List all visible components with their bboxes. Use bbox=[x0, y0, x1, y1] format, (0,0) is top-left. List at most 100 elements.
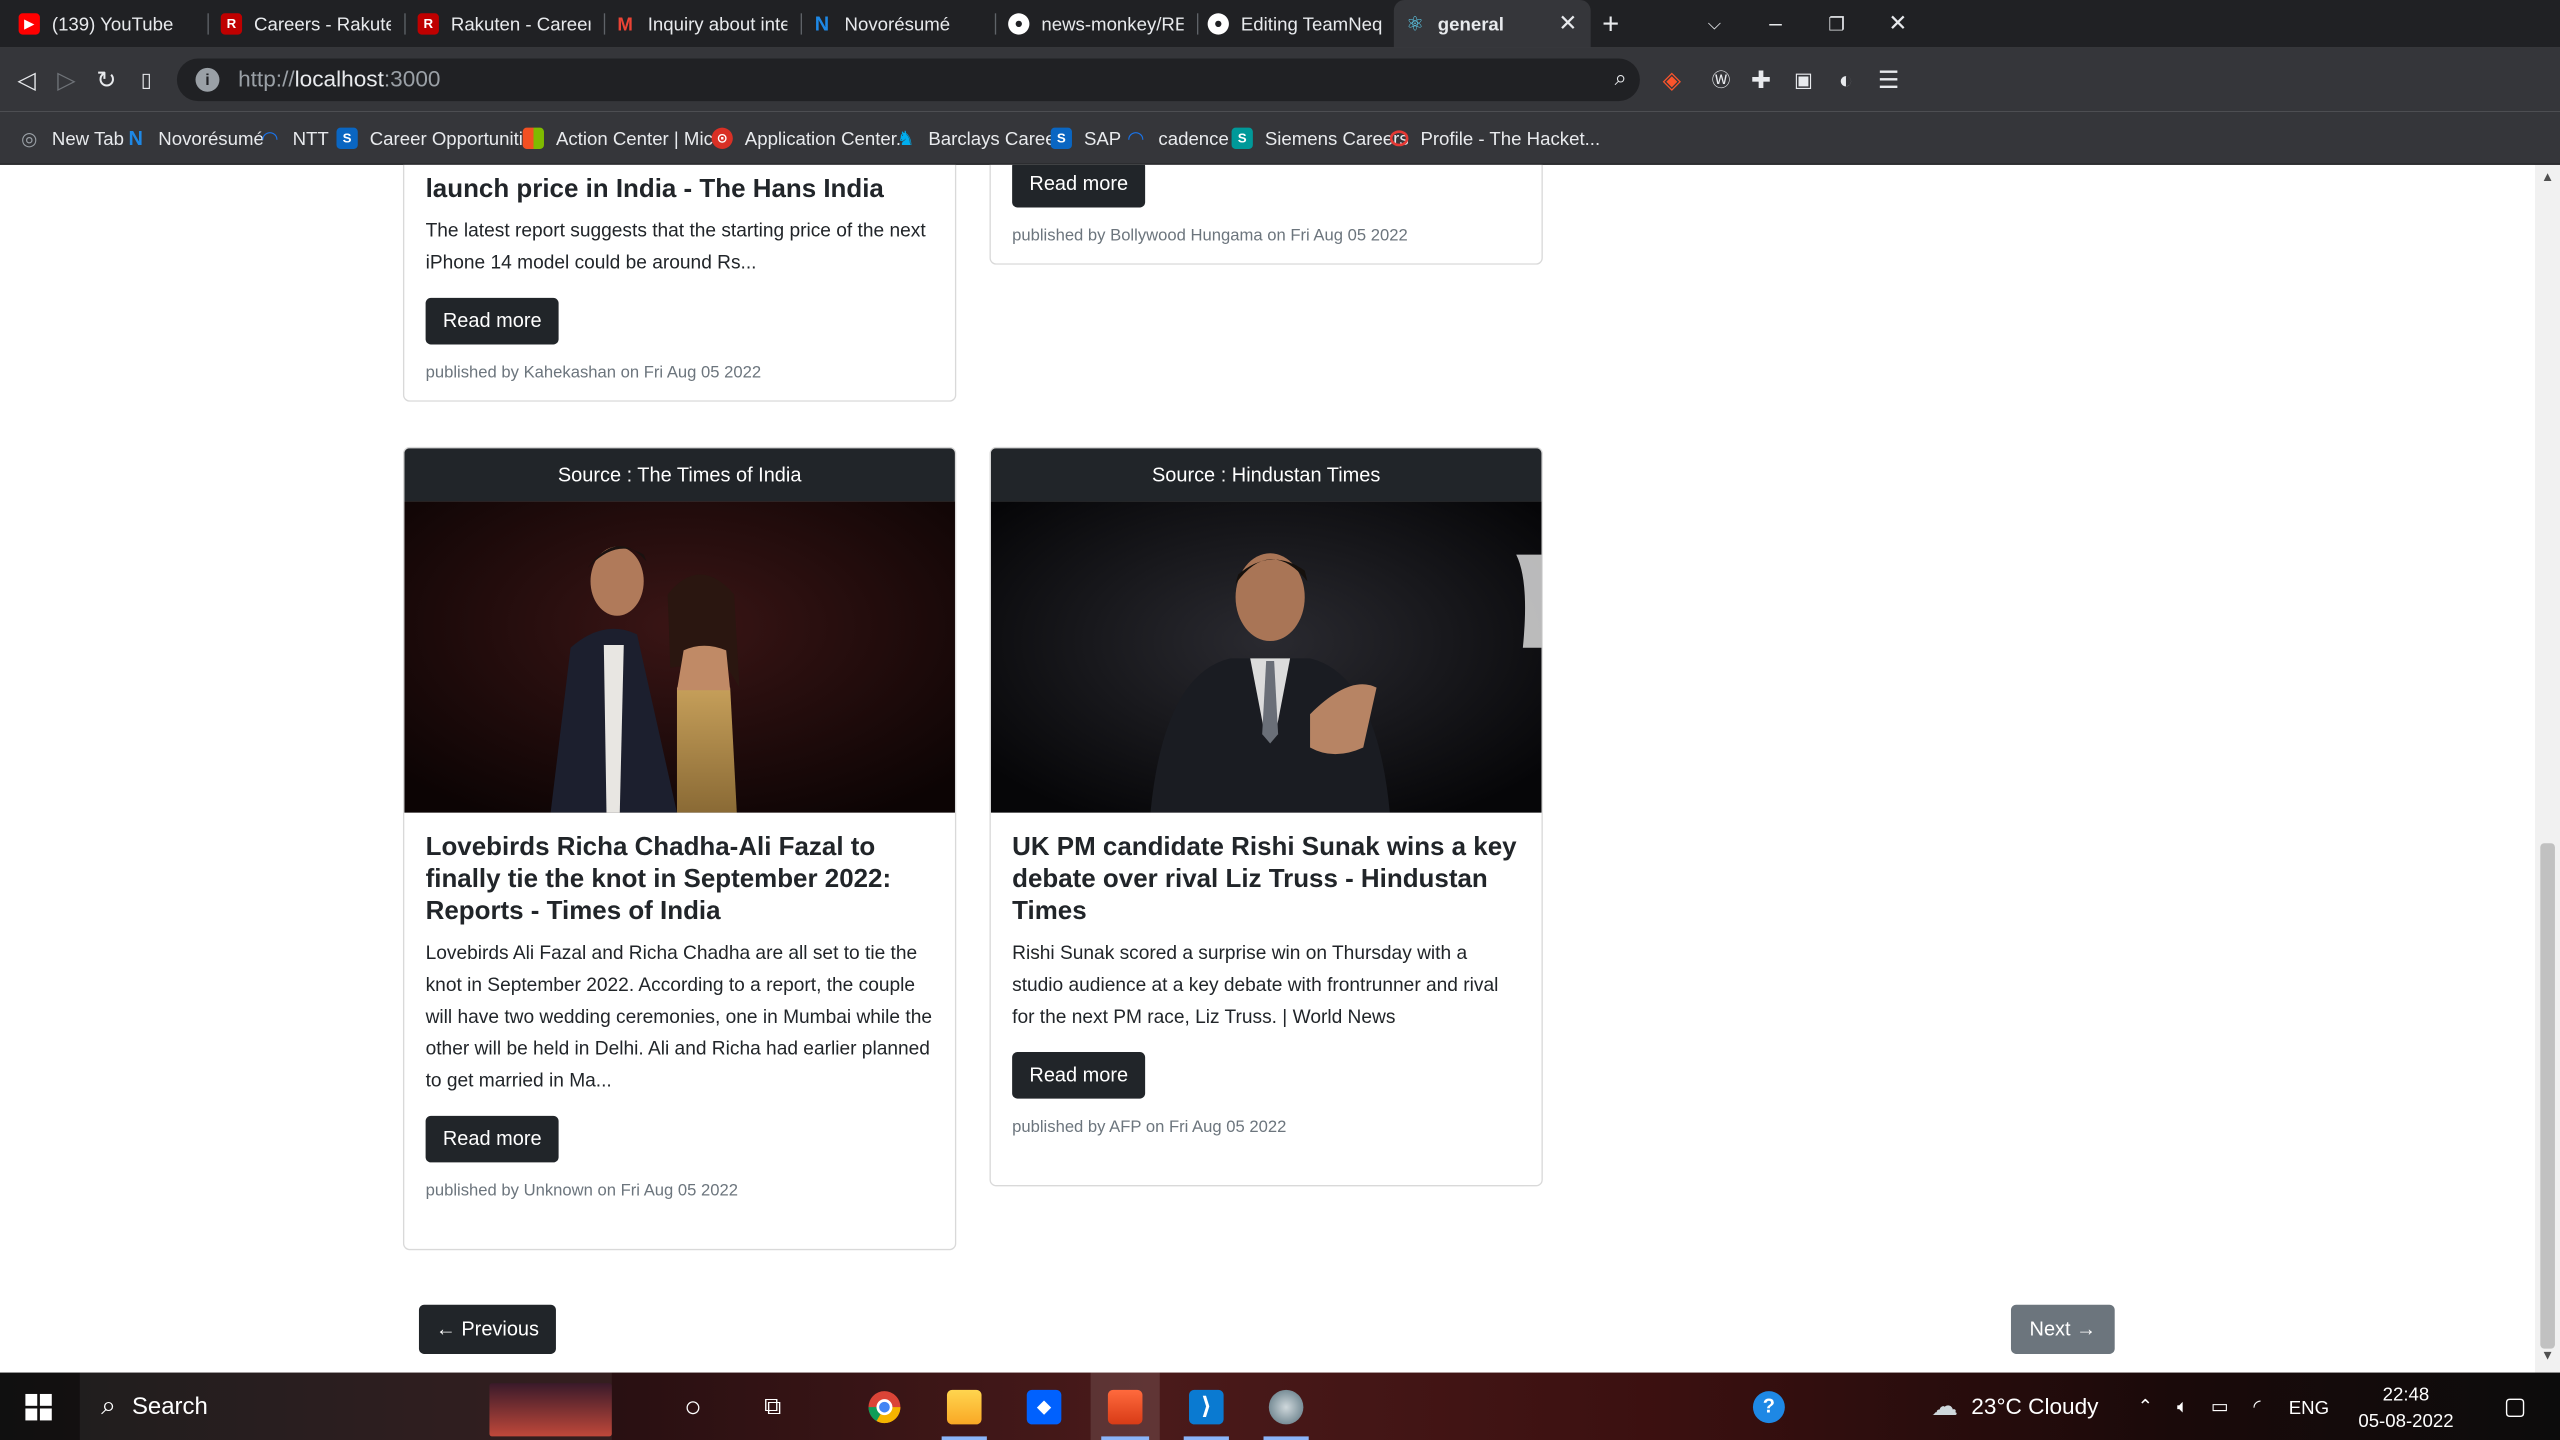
couple-photo bbox=[404, 501, 955, 813]
tab-youtube[interactable]: ▶ (139) YouTube bbox=[8, 0, 205, 48]
brave-shield-icon[interactable]: ◈ bbox=[1656, 64, 1688, 96]
windows-taskbar: ⌕ Search ○ ⧉ ◆ ⟩ ? ☁ 23°C Cloudy ⌃ 🔈︎ ▭ … bbox=[0, 1372, 2560, 1440]
chrome-taskbar-icon[interactable] bbox=[851, 1373, 918, 1440]
tab-github-editing[interactable]: ● Editing TeamNequit/RE bbox=[1197, 0, 1394, 48]
cortana-icon[interactable]: ○ bbox=[660, 1373, 727, 1440]
next-button[interactable]: Next → bbox=[2010, 1304, 2115, 1354]
page-scrollbar[interactable]: ▲ ▼ bbox=[2534, 164, 2560, 1373]
bookmark-career-opportunities[interactable]: S Career Opportuniti... bbox=[336, 125, 538, 152]
tab-search-chevron-icon[interactable]: ⌵ bbox=[1684, 0, 1745, 48]
application-center-icon: ⊙ bbox=[711, 127, 733, 149]
vscode-taskbar-icon[interactable]: ⟩ bbox=[1173, 1373, 1240, 1440]
menu-icon[interactable]: ☰ bbox=[1873, 64, 1905, 96]
site-info-icon[interactable]: i bbox=[195, 67, 220, 92]
news-card-description: The latest report suggests that the star… bbox=[425, 220, 926, 274]
bookmark-siemens[interactable]: S Siemens Careers bbox=[1231, 125, 1409, 152]
language-indicator[interactable]: ENG bbox=[2282, 1373, 2335, 1440]
bookmark-hackerearth[interactable]: Profile - The Hacket... bbox=[1389, 125, 1600, 152]
tab-title: news-monkey/README bbox=[1041, 13, 1183, 35]
novoresume-icon: N bbox=[128, 127, 143, 150]
read-more-button[interactable]: Read more bbox=[1012, 164, 1146, 208]
bookmark-ntt[interactable]: ◠ NTT bbox=[259, 125, 329, 152]
bookmark-application-center[interactable]: ⊙ Application Center... bbox=[711, 125, 911, 152]
url-text: http://localhost:3000 bbox=[238, 66, 441, 92]
bookmark-label: Novorésumé bbox=[158, 127, 264, 149]
address-bar[interactable]: i http://localhost:3000 ⌕ bbox=[176, 58, 1640, 102]
profile-avatar[interactable]: ◐ bbox=[1830, 64, 1862, 96]
news-image[interactable] bbox=[404, 501, 955, 813]
close-tab-icon[interactable]: ✕ bbox=[1558, 11, 1577, 38]
tab-rakuten-careers[interactable]: R Rakuten - Careers bbox=[407, 0, 601, 48]
search-highlight-art-icon bbox=[489, 1383, 612, 1437]
cadence-icon: ◠ bbox=[1128, 127, 1144, 151]
app-taskbar-icon[interactable] bbox=[1253, 1373, 1320, 1440]
close-window-button[interactable]: ✕ bbox=[1867, 0, 1928, 48]
bookmark-action-center[interactable]: Action Center | Mic... bbox=[522, 125, 728, 152]
back-icon[interactable]: ◁ bbox=[11, 64, 43, 96]
novoresume-icon: N bbox=[814, 12, 830, 36]
tab-title: Inquiry about internship bbox=[647, 13, 788, 35]
wifi-icon[interactable]: ◜ bbox=[2240, 1373, 2275, 1440]
tab-general-active[interactable]: ⚛ general ✕ bbox=[1393, 0, 1591, 48]
bookmark-icon[interactable]: ▯ bbox=[130, 64, 162, 96]
read-more-button[interactable]: Read more bbox=[425, 297, 559, 345]
show-hidden-icons-chevron-icon[interactable]: ⌃ bbox=[2128, 1373, 2163, 1440]
bookmark-label: Siemens Careers bbox=[1264, 127, 1409, 149]
browser-tab-strip: ▶ (139) YouTube R Careers - Rakuten Indi… bbox=[0, 0, 2560, 48]
screenshot-root: ▶ (139) YouTube R Careers - Rakuten Indi… bbox=[0, 0, 2560, 1440]
reload-icon[interactable]: ↻ bbox=[90, 64, 122, 96]
battery-icon[interactable]: ▭ bbox=[2202, 1373, 2237, 1440]
clock[interactable]: 22:48 05-08-2022 bbox=[2346, 1373, 2466, 1440]
new-tab-button[interactable]: + bbox=[1580, 0, 1641, 48]
file-explorer-taskbar-icon[interactable] bbox=[931, 1373, 998, 1440]
bookmark-novoresume[interactable]: N Novorésumé bbox=[125, 125, 264, 152]
news-card: Source : Hindustan Times UK PM candidate… bbox=[989, 446, 1543, 1187]
search-label: Search bbox=[131, 1392, 208, 1420]
bookmark-new-tab[interactable]: ◎ New Tab bbox=[19, 125, 124, 152]
extensions-puzzle-icon[interactable]: ✚ bbox=[1745, 64, 1777, 96]
bookmark-sap[interactable]: S SAP bbox=[1050, 125, 1122, 152]
tab-novoresume[interactable]: N Novorésumé bbox=[801, 0, 993, 48]
restore-button[interactable]: ❐ bbox=[1806, 0, 1867, 48]
barclays-eagle-icon: ♞ bbox=[896, 127, 915, 151]
tab-gmail-inquiry[interactable]: M Inquiry about internship bbox=[604, 0, 798, 48]
minimize-button[interactable]: – bbox=[1745, 0, 1806, 48]
weather-widget[interactable]: ☁ 23°C Cloudy bbox=[1915, 1373, 2114, 1440]
scroll-up-icon[interactable]: ▲ bbox=[2540, 170, 2555, 189]
clock-time: 22:48 bbox=[2382, 1382, 2430, 1404]
read-more-button[interactable]: Read more bbox=[1012, 1052, 1146, 1099]
react-icon: ⚛ bbox=[1406, 13, 1425, 36]
bookmark-label: SAP bbox=[1083, 127, 1122, 149]
extension-w-icon[interactable]: Ⓦ bbox=[1705, 64, 1737, 96]
scroll-down-icon[interactable]: ▼ bbox=[2540, 1349, 2555, 1368]
bookmark-cadence[interactable]: ◠ cadence bbox=[1125, 125, 1229, 152]
windows-start-icon[interactable] bbox=[0, 1373, 77, 1440]
news-image[interactable] bbox=[990, 501, 1542, 813]
browser-toolbar: ◁ ▷ ↻ ▯ i http://localhost:3000 ⌕ ◈ Ⓦ ✚ … bbox=[0, 47, 2560, 112]
notifications-icon[interactable]: ▢ bbox=[2482, 1373, 2549, 1440]
volume-icon[interactable]: 🔈︎ bbox=[2165, 1373, 2200, 1440]
bookmark-barclays[interactable]: ♞ Barclays Careers bbox=[895, 125, 1071, 152]
bookmarks-bar: ◎ New Tab N Novorésumé ◠ NTT S Career Opport… bbox=[0, 111, 2560, 165]
bookmark-label: cadence bbox=[1158, 127, 1229, 149]
youtube-icon: ▶ bbox=[18, 13, 40, 35]
brave-taskbar-icon[interactable] bbox=[1090, 1372, 1160, 1440]
siemens-icon: S bbox=[1231, 127, 1253, 149]
forward-icon[interactable]: ▷ bbox=[51, 64, 83, 96]
news-card-description: Lovebirds Ali Fazal and Richa Chadha are… bbox=[425, 942, 932, 1092]
github-icon: ● bbox=[1008, 13, 1030, 35]
sap-icon: S bbox=[336, 127, 358, 149]
tab-github-readme[interactable]: ● news-monkey/README bbox=[998, 0, 1195, 48]
scrollbar-thumb[interactable] bbox=[2540, 843, 2555, 1349]
task-view-icon[interactable]: ⧉ bbox=[739, 1373, 806, 1440]
ntt-icon: ◠ bbox=[262, 127, 278, 151]
previous-button[interactable]: ← Previous bbox=[418, 1304, 556, 1354]
read-more-button[interactable]: Read more bbox=[425, 1115, 559, 1163]
help-tray-icon[interactable]: ? bbox=[1742, 1373, 1795, 1440]
wallet-icon[interactable]: ▣ bbox=[1788, 64, 1820, 96]
dropbox-taskbar-icon[interactable]: ◆ bbox=[1011, 1373, 1078, 1440]
tab-rakuten-india[interactable]: R Careers - Rakuten India bbox=[210, 0, 402, 48]
taskbar-search-box[interactable]: ⌕ Search bbox=[79, 1372, 612, 1440]
news-card-meta: published by AFP on Fri Aug 05 2022 bbox=[1012, 1117, 1287, 1136]
zoom-icon[interactable]: ⌕ bbox=[1615, 68, 1627, 92]
